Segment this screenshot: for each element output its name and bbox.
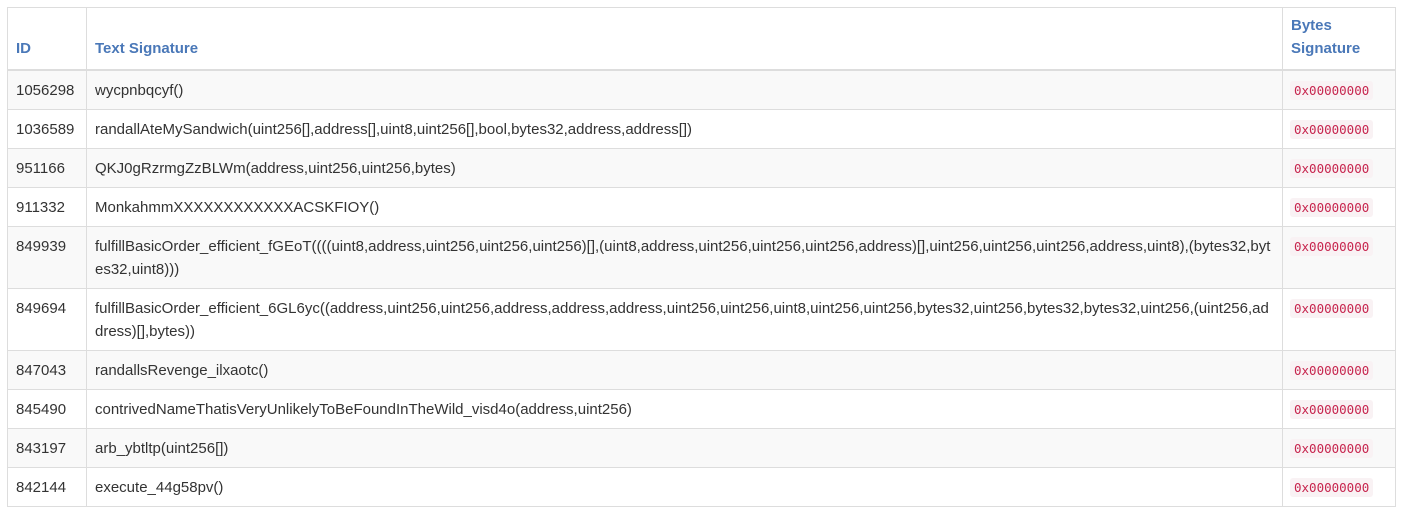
bytes-signature-code: 0x00000000 [1290,478,1374,497]
header-row: ID Text Signature Bytes Signature [7,7,1396,71]
id-cell: 847043 [7,350,87,390]
column-header-id[interactable]: ID [7,7,87,71]
text-signature-cell: randallsRevenge_ilxaotc() [86,350,1283,390]
table-row: 951166 QKJ0gRzrmgZzBLWm(address,uint256,… [7,148,1396,188]
text-signature-cell: QKJ0gRzrmgZzBLWm(address,uint256,uint256… [86,148,1283,188]
id-cell: 1056298 [7,69,87,110]
table-header: ID Text Signature Bytes Signature [7,7,1396,71]
table-row: 849694 fulfillBasicOrder_efficient_6GL6y… [7,288,1396,351]
text-signature-cell: fulfillBasicOrder_efficient_fGEoT((((uin… [86,226,1283,289]
table-row: 849939 fulfillBasicOrder_efficient_fGEoT… [7,226,1396,289]
signatures-table: ID Text Signature Bytes Signature 105629… [7,7,1396,507]
text-signature-cell: wycpnbqcyf() [86,69,1283,110]
table-row: 847043 randallsRevenge_ilxaotc() 0x00000… [7,350,1396,390]
text-signature-cell: execute_44g58pv() [86,467,1283,507]
bytes-signature-code: 0x00000000 [1290,198,1374,217]
bytes-signature-code: 0x00000000 [1290,361,1374,380]
text-signature-cell: MonkahmmXXXXXXXXXXXXACSKFIOY() [86,187,1283,227]
text-signature-cell: arb_ybtltp(uint256[]) [86,428,1283,468]
bytes-signature-code: 0x00000000 [1290,400,1374,419]
id-cell: 849939 [7,226,87,289]
id-cell: 842144 [7,467,87,507]
bytes-signature-cell: 0x00000000 [1282,467,1396,507]
bytes-signature-cell: 0x00000000 [1282,288,1396,351]
bytes-signature-cell: 0x00000000 [1282,148,1396,188]
id-cell: 845490 [7,389,87,429]
table-row: 845490 contrivedNameThatisVeryUnlikelyTo… [7,389,1396,429]
bytes-signature-cell: 0x00000000 [1282,350,1396,390]
table-body: 1056298 wycpnbqcyf() 0x00000000 1036589 … [7,69,1396,507]
text-signature-cell: contrivedNameThatisVeryUnlikelyToBeFound… [86,389,1283,429]
bytes-signature-cell: 0x00000000 [1282,69,1396,110]
table-row: 911332 MonkahmmXXXXXXXXXXXXACSKFIOY() 0x… [7,187,1396,227]
bytes-signature-code: 0x00000000 [1290,299,1374,318]
bytes-signature-cell: 0x00000000 [1282,389,1396,429]
bytes-signature-cell: 0x00000000 [1282,226,1396,289]
id-cell: 951166 [7,148,87,188]
table-row: 842144 execute_44g58pv() 0x00000000 [7,467,1396,507]
bytes-signature-code: 0x00000000 [1290,439,1374,458]
table-row: 1036589 randallAteMySandwich(uint256[],a… [7,109,1396,149]
id-cell: 911332 [7,187,87,227]
table-row: 843197 arb_ybtltp(uint256[]) 0x00000000 [7,428,1396,468]
bytes-signature-code: 0x00000000 [1290,159,1374,178]
text-signature-cell: fulfillBasicOrder_efficient_6GL6yc((addr… [86,288,1283,351]
bytes-signature-cell: 0x00000000 [1282,187,1396,227]
bytes-signature-code: 0x00000000 [1290,120,1374,139]
bytes-signature-code: 0x00000000 [1290,81,1374,100]
bytes-signature-cell: 0x00000000 [1282,109,1396,149]
column-header-bytes-signature[interactable]: Bytes Signature [1282,7,1396,71]
table-row: 1056298 wycpnbqcyf() 0x00000000 [7,69,1396,110]
text-signature-cell: randallAteMySandwich(uint256[],address[]… [86,109,1283,149]
signatures-table-container: ID Text Signature Bytes Signature 105629… [7,7,1396,507]
bytes-signature-cell: 0x00000000 [1282,428,1396,468]
column-header-text-signature[interactable]: Text Signature [86,7,1283,71]
id-cell: 1036589 [7,109,87,149]
id-cell: 849694 [7,288,87,351]
bytes-signature-code: 0x00000000 [1290,237,1374,256]
id-cell: 843197 [7,428,87,468]
